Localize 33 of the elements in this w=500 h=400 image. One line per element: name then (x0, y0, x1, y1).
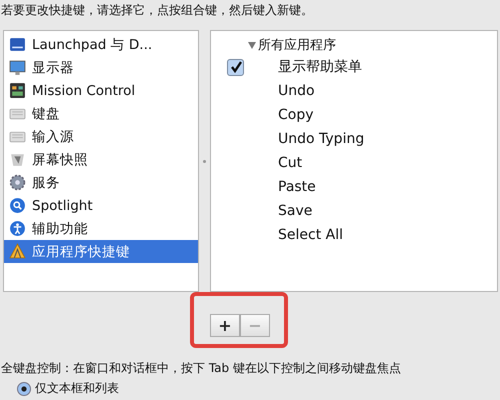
category-item[interactable]: 辅助功能 (4, 217, 198, 240)
category-item[interactable]: Launchpad 与 D... (4, 33, 198, 56)
shortcut-name[interactable]: Select All (278, 227, 343, 243)
disclosure-triangle[interactable] (248, 42, 256, 48)
accessibility-icon (9, 220, 26, 237)
category-item[interactable]: Mission Control (4, 79, 198, 102)
radio-button[interactable] (17, 382, 31, 396)
shortcut-name[interactable]: Cut (278, 155, 302, 171)
search-icon (9, 197, 26, 214)
shortcut-name[interactable]: Paste (278, 179, 316, 195)
shortcut-name[interactable]: Copy (278, 107, 314, 123)
category-item[interactable]: 键盘 (4, 102, 198, 125)
add-button[interactable]: + (210, 314, 240, 336)
category-item[interactable]: 服务 (4, 171, 198, 194)
shortcut-name[interactable]: Undo Typing (278, 131, 364, 147)
group-label: 所有应用程序 (258, 37, 336, 54)
category-item[interactable]: 屏幕快照 (4, 148, 198, 171)
instruction-text: 若要更改快捷键，请选择它，点按组合键，然后键入新键。 (0, 2, 314, 19)
option-label[interactable]: 仅文本框和列表 (35, 380, 119, 397)
windows-icon (9, 82, 26, 99)
keyboard-control-text: 全键盘控制：在窗口和对话框中，按下 Tab 键在以下控制之间移动键盘焦点 (0, 360, 402, 377)
launchpad-icon (9, 36, 26, 53)
category-item[interactable]: 应用程序快捷键 (4, 240, 198, 263)
category-item[interactable]: 输入源 (4, 125, 198, 148)
split-handle[interactable] (203, 160, 206, 162)
category-item[interactable]: 显示器 (4, 56, 198, 79)
gear-icon (9, 174, 26, 191)
shortcut-name[interactable]: Undo (278, 83, 315, 99)
category-item[interactable]: Spotlight (4, 194, 198, 217)
shortcut-name[interactable]: 显示帮助菜单 (278, 58, 362, 76)
monitor-icon (9, 59, 26, 76)
shortcut-name[interactable]: Save (278, 203, 312, 219)
checkbox[interactable] (227, 58, 244, 76)
